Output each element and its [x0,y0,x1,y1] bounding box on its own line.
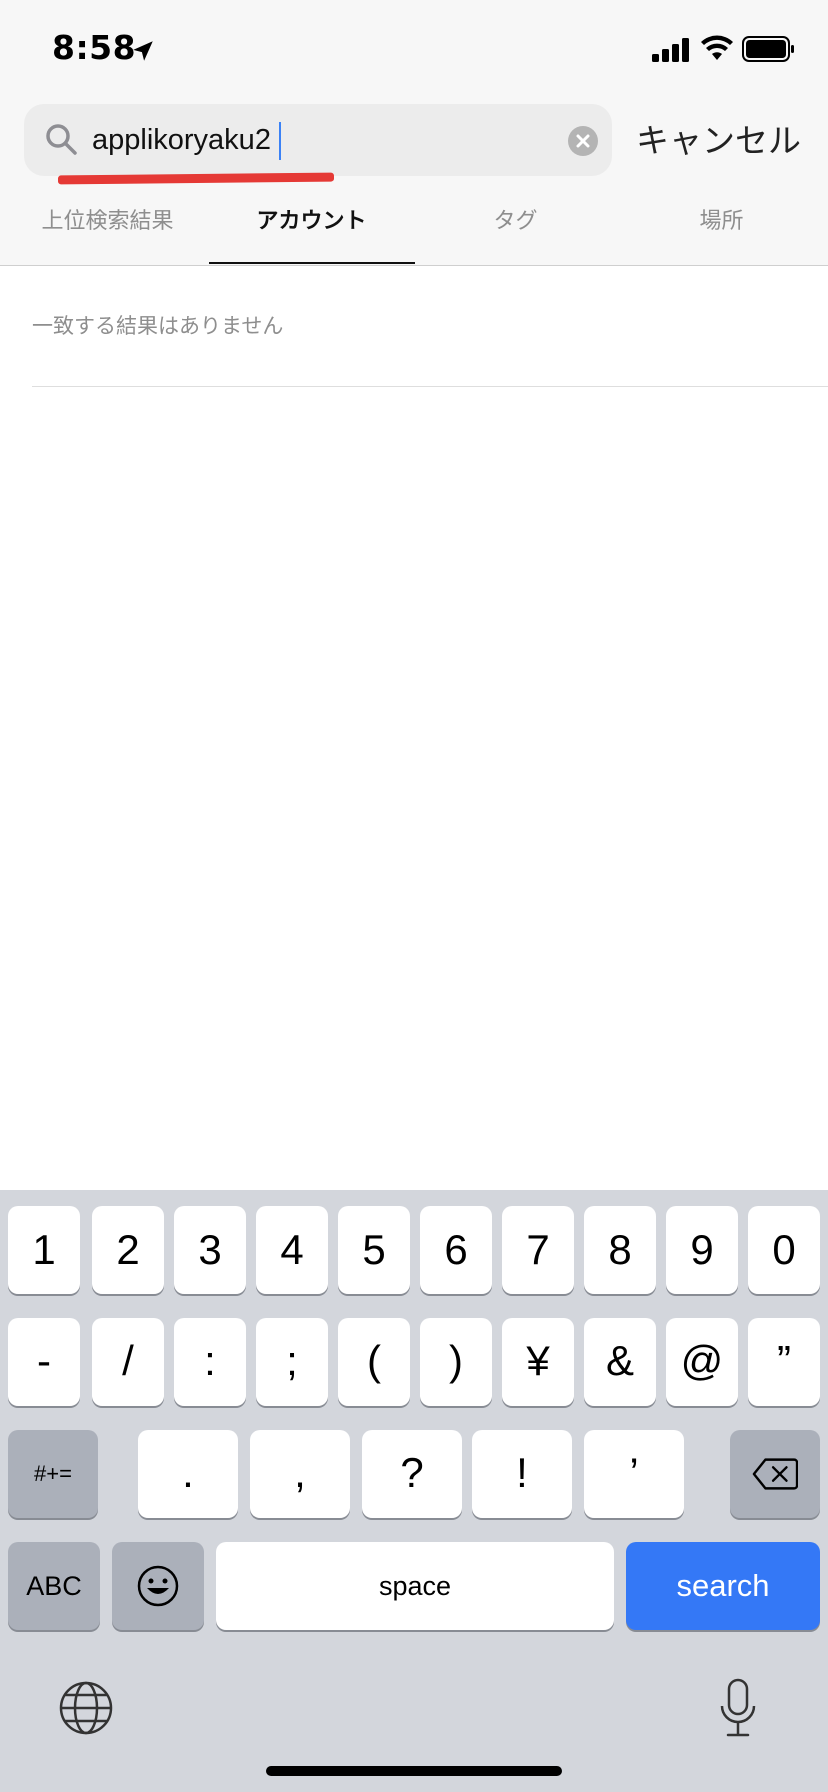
cancel-button[interactable]: キャンセル [636,114,801,162]
search-tabs: 上位検索結果 アカウント タグ 場所 [0,196,828,266]
text-caret [279,122,281,160]
delete-key[interactable] [730,1430,820,1518]
emoji-icon [137,1565,179,1607]
key-comma[interactable]: , [250,1430,350,1518]
location-arrow-icon [133,41,153,61]
key-8[interactable]: 8 [584,1206,656,1294]
search-input[interactable]: applikoryaku2 [24,104,612,185]
key-5[interactable]: 5 [338,1206,410,1294]
backspace-icon [752,1458,799,1490]
results-divider [32,386,828,387]
key-quote[interactable]: ” [748,1318,820,1406]
abc-key[interactable]: ABC [8,1542,100,1630]
cellular-signal-icon [652,38,689,62]
key-exclamation[interactable]: ! [472,1430,572,1518]
key-question[interactable]: ? [362,1430,462,1518]
tab-places[interactable]: 場所 [618,196,825,266]
battery-icon [742,36,794,62]
search-header: applikoryaku2 キャンセル 上位検索結果 アカウント タグ 場所 [0,96,828,266]
key-semicolon[interactable]: ; [256,1318,328,1406]
tab-top-results[interactable]: 上位検索結果 [4,196,211,266]
keyboard: 1 2 3 4 5 6 7 8 9 0 - / : ; ( ) ¥ & @ ” … [0,1190,828,1792]
key-yen[interactable]: ¥ [502,1318,574,1406]
clear-icon[interactable] [568,126,598,156]
key-close-paren[interactable]: ) [420,1318,492,1406]
search-key[interactable]: search [626,1542,820,1630]
key-1[interactable]: 1 [8,1206,80,1294]
key-at[interactable]: @ [666,1318,738,1406]
key-symbol-mode[interactable]: #+= [8,1430,98,1518]
wifi-icon [701,35,733,60]
space-key[interactable]: space [216,1542,614,1630]
search-query-text[interactable]: applikoryaku2 [92,117,271,163]
empty-results-message: 一致する結果はありません [32,315,284,338]
tab-accounts[interactable]: アカウント [208,196,415,266]
key-9[interactable]: 9 [666,1206,738,1294]
active-tab-indicator [209,262,415,264]
status-bar: 8:58 [0,0,828,96]
key-colon[interactable]: : [174,1318,246,1406]
key-4[interactable]: 4 [256,1206,328,1294]
key-7[interactable]: 7 [502,1206,574,1294]
status-time: 8:58 [52,28,137,67]
key-2[interactable]: 2 [92,1206,164,1294]
microphone-icon[interactable] [718,1678,758,1740]
emoji-key[interactable] [112,1542,204,1630]
header-divider [0,265,828,266]
key-period[interactable]: . [138,1430,238,1518]
key-3[interactable]: 3 [174,1206,246,1294]
key-hyphen[interactable]: - [8,1318,80,1406]
home-indicator [266,1766,562,1776]
key-0[interactable]: 0 [748,1206,820,1294]
key-apostrophe[interactable]: ’ [584,1430,684,1518]
key-slash[interactable]: / [92,1318,164,1406]
highlight-underline [57,172,335,185]
tab-tags[interactable]: タグ [412,196,619,266]
key-ampersand[interactable]: & [584,1318,656,1406]
search-icon [46,124,77,155]
globe-icon[interactable] [58,1680,114,1736]
key-6[interactable]: 6 [420,1206,492,1294]
key-open-paren[interactable]: ( [338,1318,410,1406]
